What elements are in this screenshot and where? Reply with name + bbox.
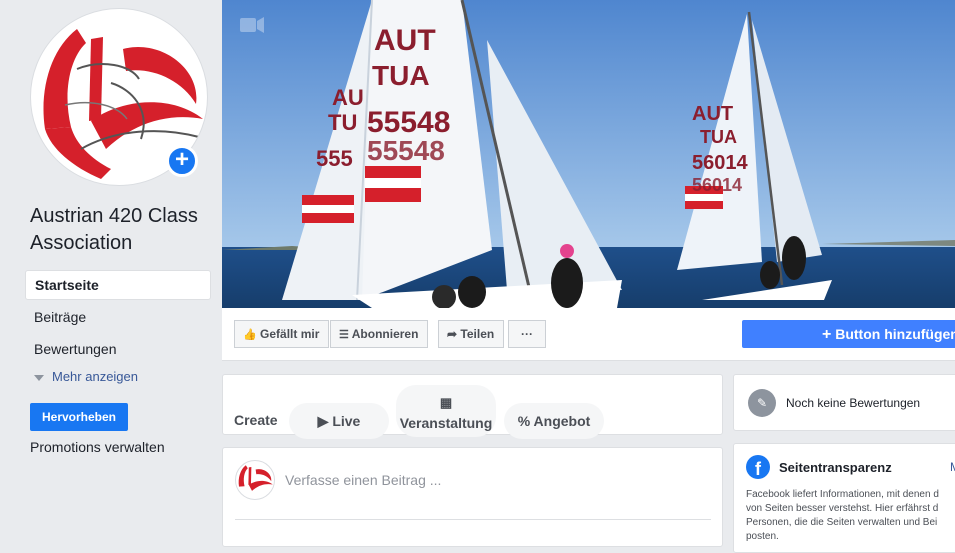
offer-tag-icon: % bbox=[517, 413, 531, 429]
share-arrow-icon: ➦ bbox=[447, 327, 458, 341]
chevron-down-icon bbox=[34, 374, 44, 381]
rss-icon: ☰ bbox=[339, 329, 349, 341]
event-label: Veranstaltung bbox=[399, 415, 493, 431]
composer-card: Verfasse einen Beitrag ... bbox=[222, 447, 723, 547]
sail-text: TUA bbox=[700, 127, 737, 147]
more-options-button[interactable]: ··· bbox=[508, 320, 546, 348]
create-post-card: Create ▶ Live ▦ Veranstaltung % Angebot bbox=[222, 374, 723, 439]
no-reviews-text: Noch keine Bewertungen bbox=[786, 396, 921, 410]
sail-text: AU bbox=[332, 85, 364, 110]
sail-text: AUT bbox=[692, 103, 733, 125]
sidebar-item-bewertungen[interactable]: Bewertungen bbox=[25, 334, 211, 364]
share-button[interactable]: ➦ Teilen bbox=[438, 320, 505, 348]
subscribe-button[interactable]: ☰ Abonnieren bbox=[330, 320, 429, 348]
transparency-more-link[interactable]: M bbox=[950, 460, 955, 474]
sail-text: 56014 bbox=[692, 175, 742, 195]
transparency-line: posten. bbox=[746, 531, 779, 542]
like-button[interactable]: 👍 Gefällt mir bbox=[234, 320, 330, 348]
event-button[interactable]: ▦ Veranstaltung bbox=[396, 385, 496, 437]
cover-photo[interactable]: AUT TUA 55548 55548 AUT TUA 56014 56014 … bbox=[222, 0, 955, 308]
offer-label: Angebot bbox=[533, 413, 591, 429]
composer-input[interactable]: Verfasse einen Beitrag ... bbox=[285, 472, 441, 488]
plus-icon: + bbox=[822, 326, 832, 343]
add-profile-photo-icon[interactable]: + bbox=[166, 145, 198, 177]
promote-button[interactable]: Hervorheben bbox=[30, 403, 128, 431]
add-button-button[interactable]: + Button hinzufügen bbox=[742, 320, 955, 348]
sail-text: 55548 bbox=[367, 135, 445, 166]
thumbs-up-icon: 👍 bbox=[243, 329, 257, 341]
offer-button[interactable]: % Angebot bbox=[504, 403, 604, 439]
show-more-link[interactable]: Mehr anzeigen bbox=[34, 367, 138, 387]
composer-divider bbox=[235, 519, 711, 520]
show-more-label: Mehr anzeigen bbox=[52, 369, 138, 384]
sail-text: 56014 bbox=[692, 152, 748, 174]
transparency-line: von Seiten besser verstehst. Hier erfähr… bbox=[746, 503, 939, 514]
page-avatar-small bbox=[235, 460, 275, 500]
video-camera-icon: ▶ bbox=[317, 413, 329, 429]
page-action-bar: 👍 Gefällt mir ☰ Abonnieren ➦ Teilen ··· … bbox=[222, 308, 955, 361]
transparency-title: Seitentransparenz bbox=[779, 460, 892, 475]
sail-text: 555 bbox=[316, 146, 353, 171]
sail-text: AUT bbox=[374, 24, 436, 57]
sidebar-item-startseite[interactable]: Startseite bbox=[25, 270, 211, 300]
subscribe-label: Abonnieren bbox=[351, 327, 419, 341]
live-button[interactable]: ▶ Live bbox=[289, 403, 389, 439]
facebook-icon: f bbox=[746, 455, 770, 479]
reviews-card: ✎ Noch keine Bewertungen bbox=[733, 374, 955, 431]
like-label: Gefällt mir bbox=[260, 327, 320, 341]
share-label: Teilen bbox=[460, 327, 495, 341]
live-label: Live bbox=[332, 413, 361, 429]
review-bubble-icon: ✎ bbox=[748, 389, 776, 417]
class-logo-small bbox=[238, 465, 273, 491]
cover-photo-image: AUT TUA 55548 55548 AUT TUA 56014 56014 … bbox=[222, 0, 955, 308]
manage-promotions-link[interactable]: Promotions verwalten bbox=[30, 437, 165, 457]
calendar-icon: ▦ bbox=[439, 395, 453, 410]
transparency-description: Facebook liefert Informationen, mit dene… bbox=[746, 488, 955, 544]
sail-text: TUA bbox=[372, 60, 430, 91]
transparency-line: Personen, die die Seiten verwalten und B… bbox=[746, 517, 938, 528]
sail-text: TU bbox=[328, 110, 357, 135]
page-title[interactable]: Austrian 420 Class Association bbox=[30, 203, 215, 257]
add-button-label: Button hinzufügen bbox=[835, 326, 955, 342]
sidebar-item-beitraege[interactable]: Beiträge bbox=[25, 302, 211, 332]
create-label: Create bbox=[234, 412, 278, 428]
left-column: + Austrian 420 Class Association Startse… bbox=[0, 0, 222, 537]
transparency-line: Facebook liefert Informationen, mit dene… bbox=[746, 489, 939, 500]
